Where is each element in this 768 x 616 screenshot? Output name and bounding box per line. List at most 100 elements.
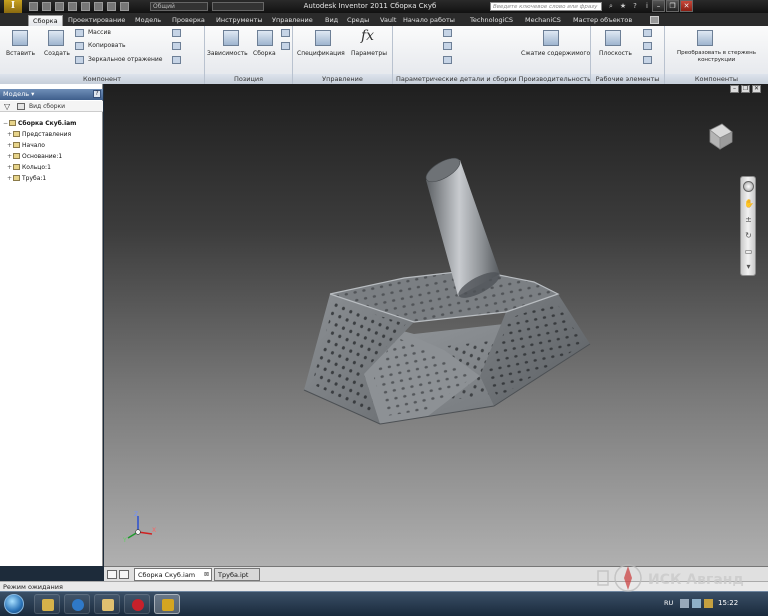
ribbon-minimize-icon[interactable] bbox=[650, 16, 659, 24]
volume-icon[interactable] bbox=[692, 599, 701, 608]
iassembly-icon[interactable] bbox=[443, 42, 452, 50]
tab-model[interactable]: Модель bbox=[135, 15, 161, 26]
pattern-button[interactable]: Массив bbox=[88, 29, 111, 36]
pan-icon[interactable]: ✋ bbox=[744, 199, 754, 208]
create-button[interactable]: Создать bbox=[44, 50, 70, 57]
tree-item-representations[interactable]: + Представления bbox=[7, 130, 71, 140]
select-icon[interactable] bbox=[107, 2, 116, 11]
taskbar-media[interactable] bbox=[64, 594, 90, 614]
viewport-minimize-button[interactable]: – bbox=[730, 85, 739, 93]
tab-manage[interactable]: Управление bbox=[272, 15, 313, 26]
navbar-options-icon[interactable]: ▾ bbox=[744, 262, 753, 271]
help-icon[interactable]: ? bbox=[630, 2, 640, 11]
taskbar-opera[interactable] bbox=[124, 594, 150, 614]
axis-icon[interactable] bbox=[643, 29, 652, 37]
look-at-icon[interactable]: ▭ bbox=[744, 247, 753, 256]
bom-icon[interactable] bbox=[315, 30, 331, 46]
material-combo[interactable]: Общий bbox=[150, 2, 208, 11]
start-button[interactable] bbox=[4, 594, 24, 614]
save-icon[interactable] bbox=[55, 2, 64, 11]
tree-item-origin[interactable]: + Начало bbox=[7, 141, 45, 151]
redo-icon[interactable] bbox=[81, 2, 90, 11]
constrain-button[interactable]: Зависимость bbox=[207, 50, 248, 57]
convert-to-frame-button[interactable]: Преобразовать в стержень конструкции bbox=[669, 50, 764, 64]
assemble-icon[interactable] bbox=[257, 30, 273, 46]
taskbar-inventor[interactable] bbox=[154, 594, 180, 614]
frame-icon[interactable] bbox=[697, 30, 713, 46]
network-icon[interactable] bbox=[680, 599, 689, 608]
tab-tools[interactable]: Инструменты bbox=[216, 15, 263, 26]
minimize-button[interactable]: – bbox=[652, 0, 665, 12]
parameters-button[interactable]: Параметры bbox=[351, 50, 387, 57]
steering-wheel-icon[interactable] bbox=[743, 181, 754, 192]
point-icon[interactable] bbox=[643, 42, 652, 50]
tree-item-pipe[interactable]: + Труба:1 bbox=[7, 174, 46, 184]
insert-icon[interactable] bbox=[12, 30, 28, 46]
shrinkwrap-icon[interactable] bbox=[172, 42, 181, 50]
cascade-windows-icon[interactable] bbox=[119, 570, 129, 579]
zoom-icon[interactable]: ± bbox=[744, 215, 753, 224]
tab-environments[interactable]: Среды bbox=[347, 15, 369, 26]
filter-icon[interactable]: ▽ bbox=[4, 102, 10, 111]
browser-view-selector[interactable]: Вид сборки bbox=[29, 101, 65, 112]
appearance-combo[interactable] bbox=[212, 2, 264, 11]
parameters-icon[interactable]: fx bbox=[361, 28, 374, 44]
tree-item-root[interactable]: − Сборка Скуб.iam bbox=[3, 119, 76, 129]
flag-icon[interactable] bbox=[704, 599, 713, 608]
app-logo-icon[interactable]: I bbox=[4, 0, 22, 13]
ipart-icon[interactable] bbox=[443, 29, 452, 37]
tree-item-base[interactable]: + Основание:1 bbox=[7, 152, 62, 162]
insert-button[interactable]: Вставить bbox=[6, 50, 35, 57]
plane-icon[interactable] bbox=[605, 30, 621, 46]
tab-design[interactable]: Проектирование bbox=[68, 15, 125, 26]
tab-technologics[interactable]: TechnologiCS bbox=[470, 15, 513, 26]
scoop-model[interactable] bbox=[294, 154, 594, 464]
viewcube-icon[interactable] bbox=[704, 120, 734, 150]
imate-icon[interactable] bbox=[443, 56, 452, 64]
help-search-input[interactable]: Введите ключевое слово или фразу bbox=[490, 2, 602, 11]
info-icon[interactable]: i bbox=[642, 2, 652, 11]
restore-button[interactable]: ❐ bbox=[666, 0, 679, 12]
close-button[interactable]: ✕ bbox=[680, 0, 693, 12]
orbit-icon[interactable]: ↻ bbox=[744, 231, 753, 240]
tree-item-ring[interactable]: + Кольцо:1 bbox=[7, 163, 51, 173]
close-tab-icon[interactable]: ⊠ bbox=[204, 569, 209, 581]
clock[interactable]: 15:22 bbox=[718, 599, 738, 607]
taskbar-files[interactable] bbox=[94, 594, 120, 614]
tab-object-wizard[interactable]: Мастер объектов bbox=[573, 15, 632, 26]
move-icon[interactable] bbox=[281, 29, 290, 37]
tab-assembly[interactable]: Сборка bbox=[28, 15, 63, 26]
browser-view-icon[interactable] bbox=[17, 103, 25, 110]
copy-button[interactable]: Копировать bbox=[88, 42, 125, 49]
tab-vault[interactable]: Vault bbox=[380, 15, 396, 26]
create-icon[interactable] bbox=[48, 30, 64, 46]
open-file-icon[interactable] bbox=[42, 2, 51, 11]
shrinkwrap-substitute-icon[interactable] bbox=[543, 30, 559, 46]
constrain-icon[interactable] bbox=[223, 30, 239, 46]
assemble-button[interactable]: Сборка bbox=[253, 50, 276, 57]
place-from-cc-icon[interactable] bbox=[172, 56, 181, 64]
home-icon[interactable] bbox=[94, 2, 103, 11]
plane-button[interactable]: Плоскость bbox=[599, 50, 632, 57]
viewport-close-button[interactable]: ✕ bbox=[752, 85, 761, 93]
new-file-icon[interactable] bbox=[29, 2, 38, 11]
taskbar-explorer[interactable] bbox=[34, 594, 60, 614]
rotate-icon[interactable] bbox=[281, 42, 290, 50]
viewport-restore-button[interactable]: ❐ bbox=[741, 85, 750, 93]
mirror-button[interactable]: Зеркальное отражение bbox=[88, 56, 162, 63]
subscription-icon[interactable]: ★ bbox=[618, 2, 628, 11]
tab-get-started[interactable]: Начало работы bbox=[403, 15, 455, 26]
tab-inspect[interactable]: Проверка bbox=[172, 15, 205, 26]
tab-view[interactable]: Вид bbox=[325, 15, 338, 26]
ucs-icon[interactable] bbox=[643, 56, 652, 64]
search-icon[interactable]: ⌕ bbox=[606, 2, 616, 11]
doc-tab-assembly[interactable]: Сборка Скуб.iam ⊠ bbox=[134, 568, 212, 581]
tile-windows-icon[interactable] bbox=[107, 570, 117, 579]
language-indicator[interactable]: RU bbox=[664, 599, 673, 607]
undo-icon[interactable] bbox=[68, 2, 77, 11]
replace-icon[interactable] bbox=[172, 29, 181, 37]
bom-button[interactable]: Спецификация bbox=[297, 50, 345, 57]
graphics-viewport[interactable]: – ❐ ✕ ✋ ± ↻ ▭ ▾ Z X Y bbox=[104, 84, 768, 566]
shrinkwrap-button[interactable]: Сжатие содержимого bbox=[521, 50, 590, 57]
tab-mechanics[interactable]: MechaniCS bbox=[525, 15, 561, 26]
